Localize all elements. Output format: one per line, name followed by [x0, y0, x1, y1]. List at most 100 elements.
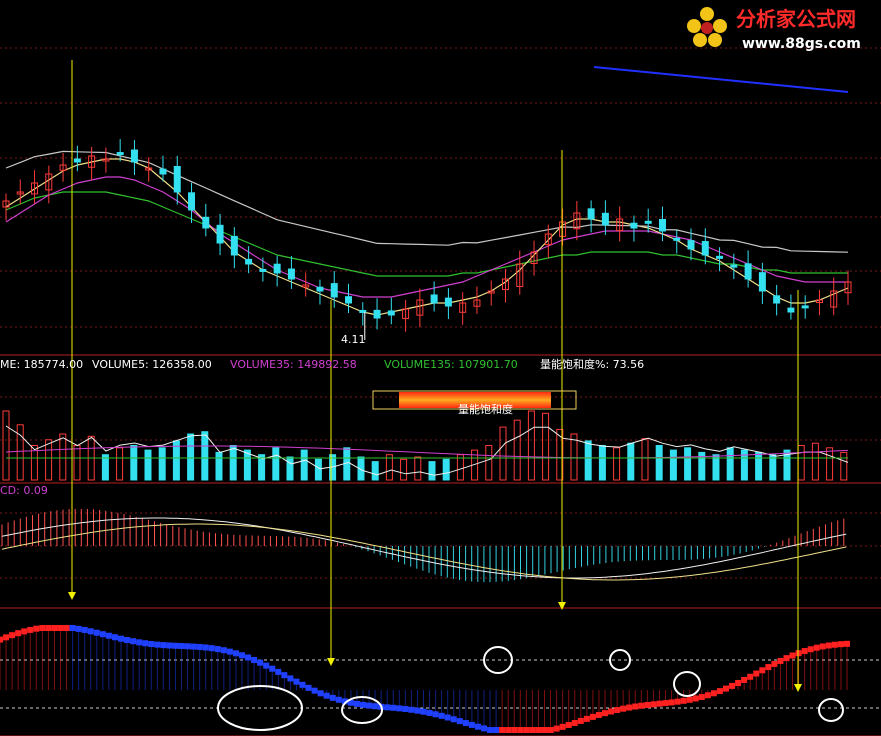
candle-body	[287, 268, 295, 280]
volume-bar	[59, 433, 67, 481]
indicator-step	[468, 721, 475, 728]
candle-body	[744, 263, 752, 280]
indicator-step	[9, 632, 16, 639]
indicator-step	[190, 643, 197, 650]
indicator-step	[299, 681, 306, 688]
indicator-step	[450, 716, 457, 723]
ma60-line	[5, 191, 848, 277]
candle-body	[373, 309, 381, 319]
candle-body	[801, 305, 809, 309]
indicator-step	[559, 723, 566, 730]
candle-body	[587, 208, 595, 220]
indicator-step	[420, 708, 427, 715]
indicator-step	[81, 627, 88, 634]
indicator-step	[741, 676, 748, 683]
signal-arrows	[68, 60, 802, 692]
candle-body	[330, 283, 338, 298]
indicator-step	[747, 673, 754, 680]
indicator-step	[704, 692, 711, 699]
indicator-step	[196, 643, 203, 650]
candle-body	[202, 216, 210, 229]
indicator-step	[372, 703, 379, 710]
indicator-step	[710, 690, 717, 697]
volume-bar	[726, 447, 734, 481]
indicator-step	[226, 648, 233, 655]
volume-bar	[229, 445, 237, 481]
indicator-step	[251, 656, 258, 663]
candle-body	[644, 220, 652, 224]
volume-bar	[243, 449, 251, 481]
indicator-step	[184, 643, 191, 650]
macd-panel	[1, 508, 847, 583]
indicator-step	[148, 641, 155, 648]
candle-body	[758, 272, 766, 292]
indicator-step	[771, 660, 778, 667]
indicator-step	[87, 628, 94, 635]
indicator-step	[408, 706, 415, 713]
indicator-step	[438, 712, 445, 719]
indicator-step	[293, 678, 300, 685]
volume-bar	[499, 426, 507, 481]
indicator-step	[33, 625, 40, 632]
indicator-step	[360, 701, 366, 708]
volume-bar	[201, 431, 209, 481]
candle-body	[273, 263, 281, 274]
indicator-step	[577, 717, 584, 724]
indicator-step	[729, 682, 736, 689]
candle-body	[701, 241, 709, 256]
volume-legend-vol35: VOLUME35: 149892.58	[230, 358, 357, 371]
indicator-step	[632, 703, 639, 710]
volume-bar	[130, 445, 138, 481]
indicator-step	[305, 684, 312, 691]
indicator-step	[807, 646, 814, 653]
indicator-step	[650, 701, 657, 708]
volume-bar	[527, 410, 535, 481]
indicator-step	[692, 695, 699, 702]
indicator-step	[680, 697, 687, 704]
candle-body	[130, 149, 138, 163]
saturation-label: 量能饱和度	[458, 402, 513, 416]
logo-name: 分析家公式网	[736, 7, 856, 31]
indicator-step	[390, 704, 397, 711]
candle-body	[444, 297, 452, 307]
indicator-step	[142, 640, 149, 647]
volume-bar	[811, 442, 819, 481]
candle-body	[230, 235, 238, 256]
indicator-step	[220, 647, 227, 654]
indicator-step	[311, 687, 318, 694]
highlight-ellipse-5	[818, 698, 844, 722]
indicator-step	[27, 626, 34, 633]
site-logo: 分析家公式网 www.88gs.com	[687, 7, 861, 52]
indicator-step	[166, 642, 173, 649]
volume-bar	[45, 439, 53, 481]
volume-bar	[513, 419, 521, 481]
indicator-step	[63, 625, 70, 631]
indicator-step	[626, 704, 633, 711]
indicator-step	[245, 654, 252, 661]
indicator-step	[456, 718, 463, 725]
indicator-step	[105, 632, 112, 639]
indicator-step	[595, 711, 602, 718]
indicator-step	[239, 652, 245, 659]
indicator-step	[487, 726, 494, 733]
indicator-step	[765, 664, 772, 671]
indicator-step	[323, 692, 330, 699]
price-panel	[2, 66, 852, 340]
indicator-step	[444, 714, 451, 721]
indicator-step	[565, 721, 572, 728]
indicator-step	[523, 727, 530, 733]
indicator-step	[21, 628, 28, 635]
indicator-step	[130, 638, 137, 645]
signal-arrowhead-3	[794, 684, 802, 692]
indicator-step	[686, 696, 693, 703]
indicator-step	[656, 700, 663, 707]
candle-body	[73, 158, 81, 163]
indicator-step	[753, 670, 760, 677]
indicator-step	[602, 710, 608, 717]
volume-bar	[655, 445, 663, 481]
volume-legend: ME: 185774.00 VOLUME5: 126358.00 VOLUME3…	[0, 357, 644, 371]
volume-bar	[187, 433, 195, 481]
indicator-step	[432, 711, 439, 718]
volume-bar	[172, 440, 180, 481]
indicator-step	[51, 625, 58, 631]
